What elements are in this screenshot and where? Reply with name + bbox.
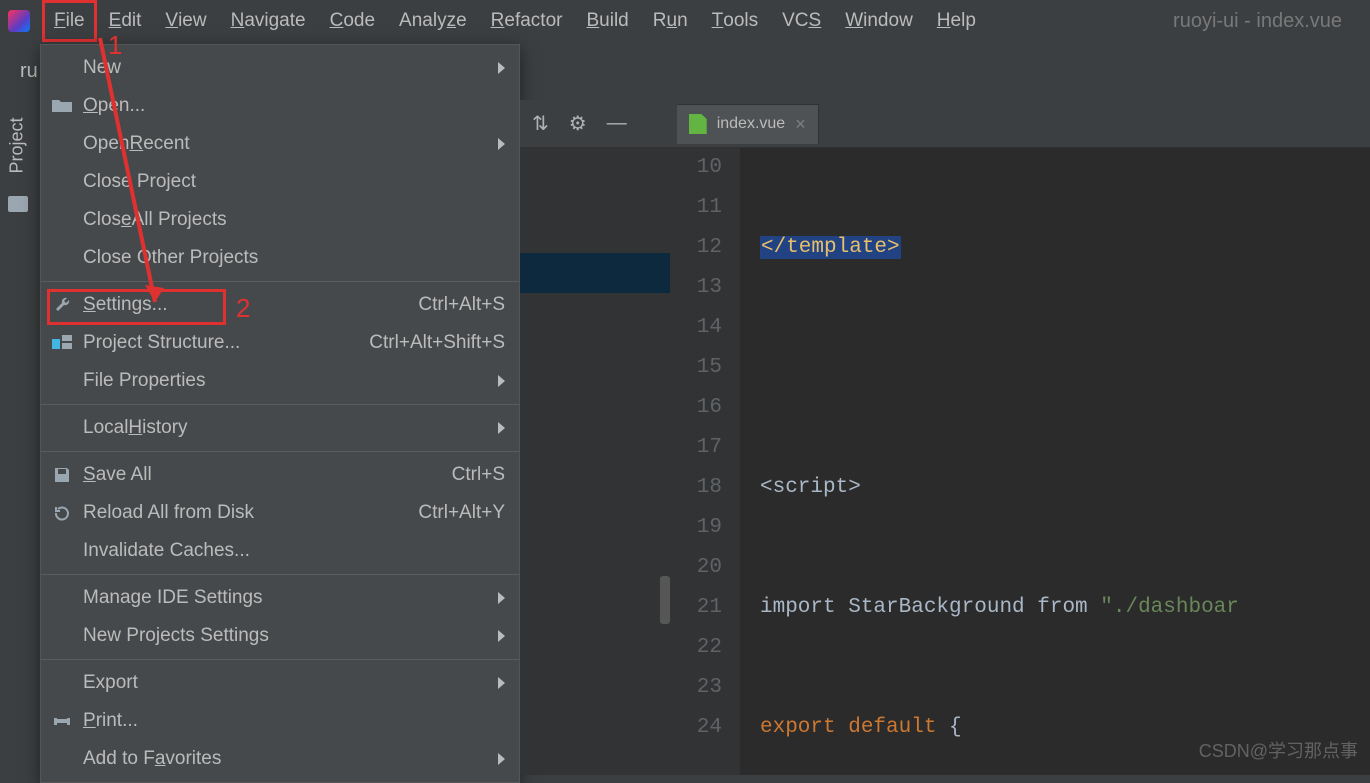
shortcut-label: Ctrl+Alt+Y [418, 502, 505, 524]
sidebar-label: Project [7, 117, 28, 173]
menu-item-open-recent[interactable]: Open Recent [41, 125, 519, 163]
menu-vcs[interactable]: VCS [770, 0, 833, 42]
minimize-icon[interactable]: — [607, 112, 627, 135]
menu-separator [41, 659, 519, 660]
shortcut-label: Ctrl+Alt+Shift+S [369, 332, 505, 354]
menu-tools[interactable]: Tools [700, 0, 770, 42]
code-editor[interactable]: 101112 131415 161718 192021 222324 </tem… [670, 148, 1370, 775]
breadcrumb: ru [20, 60, 38, 83]
menu-edit[interactable]: Edit [97, 0, 154, 42]
tool-window-project-tab[interactable]: Project [0, 100, 34, 190]
shortcut-label: Ctrl+S [452, 464, 505, 486]
expand-all-icon[interactable]: ⇅ [532, 111, 549, 136]
submenu-arrow-icon [498, 592, 505, 604]
menu-item-save-all[interactable]: Save All Ctrl+S [41, 456, 519, 494]
menu-analyze[interactable]: Analyze [387, 0, 479, 42]
scrollbar-thumb[interactable] [660, 576, 670, 624]
menu-code[interactable]: Code [318, 0, 387, 42]
menu-item-print[interactable]: Print... [41, 702, 519, 740]
file-menu-dropdown: New Open... Open Recent Close Project Cl… [40, 44, 520, 783]
menu-item-file-properties[interactable]: File Properties [41, 362, 519, 400]
editor-tab-index-vue[interactable]: index.vue × [677, 104, 819, 144]
menu-item-close-all-projects[interactable]: Close All Projects [41, 201, 519, 239]
menu-view[interactable]: View [153, 0, 218, 42]
menu-item-close-other-projects[interactable]: Close Other Projects [41, 239, 519, 277]
menu-item-local-history[interactable]: Local History [41, 409, 519, 447]
submenu-arrow-icon [498, 630, 505, 642]
wrench-icon [51, 296, 73, 314]
editor-toolbar: ⇅ ⚙ — index.vue × [520, 100, 1370, 148]
watermark: CSDN@学习那点事 [1199, 737, 1358, 763]
menu-help[interactable]: Help [925, 0, 988, 42]
submenu-arrow-icon [498, 62, 505, 74]
gutter-background [520, 148, 670, 775]
menu-refactor[interactable]: Refactor [479, 0, 575, 42]
tab-label: index.vue [717, 115, 786, 133]
submenu-arrow-icon [498, 677, 505, 689]
folder-icon [8, 196, 28, 212]
menu-window[interactable]: Window [833, 0, 925, 42]
gear-icon[interactable]: ⚙ [569, 111, 587, 136]
menubar: File Edit View Navigate Code Analyze Ref… [0, 0, 1370, 42]
menu-separator [41, 404, 519, 405]
menu-item-add-to-favorites[interactable]: Add to Favorites [41, 740, 519, 778]
code-content: </template> <script> import StarBackgrou… [740, 148, 1370, 775]
menu-separator [41, 451, 519, 452]
menu-item-reload-from-disk[interactable]: Reload All from DiskCtrl+Alt+Y [41, 494, 519, 532]
save-icon [51, 466, 73, 484]
vue-file-icon [689, 114, 707, 134]
project-structure-icon [51, 334, 73, 352]
menu-separator [41, 574, 519, 575]
open-folder-icon [51, 97, 73, 115]
menu-item-open[interactable]: Open... [41, 87, 519, 125]
close-tab-icon[interactable]: × [795, 114, 806, 135]
selected-row-highlight [520, 253, 670, 293]
menu-item-settings[interactable]: Settings... Ctrl+Alt+S [41, 286, 519, 324]
menu-item-close-project[interactable]: Close Project [41, 163, 519, 201]
menu-file[interactable]: File [42, 0, 97, 42]
menu-item-project-structure[interactable]: Project Structure...Ctrl+Alt+Shift+S [41, 324, 519, 362]
menu-item-export[interactable]: Export [41, 664, 519, 702]
annotation-number-2: 2 [236, 293, 250, 324]
print-icon [51, 712, 73, 730]
app-icon [8, 10, 30, 32]
menu-navigate[interactable]: Navigate [219, 0, 318, 42]
menu-item-invalidate-caches[interactable]: Invalidate Caches... [41, 532, 519, 570]
submenu-arrow-icon [498, 422, 505, 434]
submenu-arrow-icon [498, 138, 505, 150]
reload-icon [51, 504, 73, 522]
window-title: ruoyi-ui - index.vue [1173, 10, 1362, 33]
menu-build[interactable]: Build [574, 0, 640, 42]
shortcut-label: Ctrl+Alt+S [418, 294, 505, 316]
line-gutter: 101112 131415 161718 192021 222324 [670, 148, 740, 775]
annotation-number-1: 1 [108, 30, 122, 61]
menu-item-manage-ide-settings[interactable]: Manage IDE Settings [41, 579, 519, 617]
menu-separator [41, 281, 519, 282]
menu-run[interactable]: Run [641, 0, 700, 42]
submenu-arrow-icon [498, 375, 505, 387]
menu-item-new-projects-settings[interactable]: New Projects Settings [41, 617, 519, 655]
submenu-arrow-icon [498, 753, 505, 765]
